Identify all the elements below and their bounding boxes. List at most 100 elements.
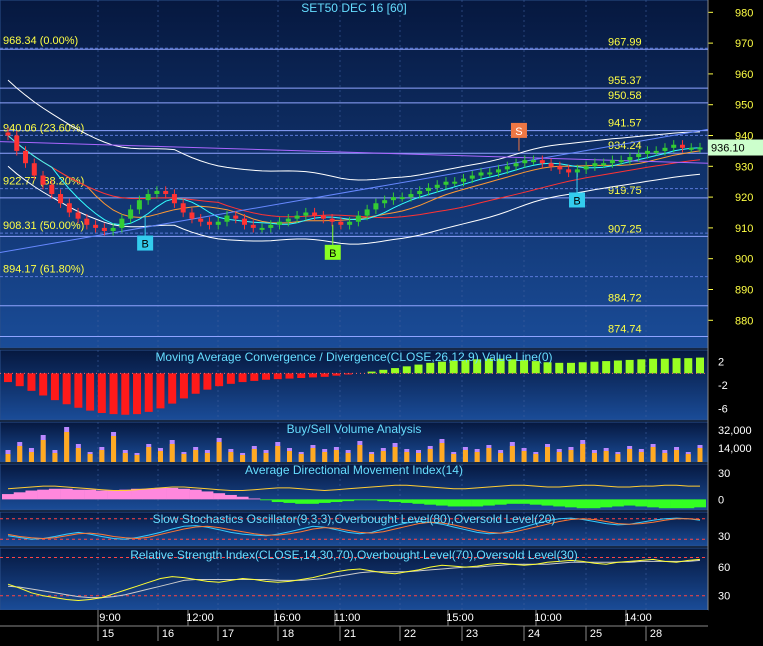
buy-volume-bar xyxy=(5,454,11,462)
buy-volume-bar xyxy=(603,451,609,462)
signal-label: B xyxy=(329,248,336,260)
buy-volume-bar xyxy=(451,454,457,462)
volume-title: Buy/Sell Volume Analysis xyxy=(287,422,422,436)
buy-volume-bar xyxy=(240,455,246,462)
candle-body xyxy=(206,221,212,225)
candle-body xyxy=(259,227,265,230)
candle-body xyxy=(417,190,423,195)
buy-volume-bar xyxy=(52,453,58,462)
stock-chart[interactable]: 980970960950940930920910900890880967.999… xyxy=(0,0,763,641)
candle-body xyxy=(66,203,72,213)
candle-body xyxy=(627,157,633,161)
buy-volume-bar xyxy=(181,454,187,462)
chart-window: 980 970 960 950 940 930 920 910 900 890 880 967.99 9… xyxy=(0,0,763,641)
stochastic-title: Slow Stochastics Oscillator(9,3,3),Overb… xyxy=(153,512,556,526)
candle-body xyxy=(136,200,142,210)
candle-body xyxy=(189,212,195,219)
candle-body xyxy=(390,197,396,201)
candle-body xyxy=(93,224,99,228)
y-tick-label: 950 xyxy=(735,100,753,112)
buy-volume-bar xyxy=(275,446,281,462)
candle-body xyxy=(75,212,81,219)
macd-tick: 2 xyxy=(718,357,724,369)
buy-volume-bar xyxy=(545,447,551,462)
buy-volume-bar xyxy=(404,452,410,462)
candle-body xyxy=(382,200,388,204)
y-tick-label: 930 xyxy=(735,161,753,173)
candle-body xyxy=(14,135,20,151)
candle-body xyxy=(224,215,230,222)
fib-level-label: 940.06 (23.60%) xyxy=(3,122,84,134)
candle-body xyxy=(460,178,466,182)
chart-title: SET50 DEC 16 [60] xyxy=(301,1,406,15)
candle-body xyxy=(688,147,694,150)
buy-volume-bar xyxy=(99,450,105,462)
buy-volume-bar xyxy=(380,451,386,462)
candle-body xyxy=(679,144,685,148)
candle-body xyxy=(469,175,475,179)
date-label: 21 xyxy=(344,628,356,640)
y-tick-label: 910 xyxy=(735,223,753,235)
hour-label: 16:00 xyxy=(273,612,301,624)
buy-volume-bar xyxy=(64,432,70,462)
hour-label: 15:00 xyxy=(446,612,474,624)
y-tick-label: 900 xyxy=(735,254,753,266)
buy-volume-bar xyxy=(310,448,316,462)
candle-body xyxy=(171,194,177,204)
date-label: 15 xyxy=(102,628,114,640)
candle-body xyxy=(557,166,563,170)
candle-body xyxy=(478,172,484,176)
candle-body xyxy=(601,163,607,166)
candle-body xyxy=(522,160,528,164)
hour-label: 11:00 xyxy=(334,612,361,624)
date-label: 22 xyxy=(404,628,416,640)
candle-body xyxy=(338,221,344,225)
signal-label: B xyxy=(573,195,580,207)
candle-body xyxy=(198,218,204,222)
rsi-title: Relative Strength Index(CLOSE,14,30,70),… xyxy=(130,548,578,562)
buy-volume-bar xyxy=(216,442,222,462)
buy-volume-bar xyxy=(615,454,621,462)
y-tick-label: 960 xyxy=(735,69,753,81)
candle-body xyxy=(373,203,379,210)
buy-volume-bar xyxy=(509,446,515,462)
candle-body xyxy=(163,190,169,195)
candle-body xyxy=(671,144,677,148)
y-tick-label: 980 xyxy=(735,7,753,19)
volume-tick: 14,000 xyxy=(718,443,752,455)
candle-body xyxy=(697,147,703,150)
buy-volume-bar xyxy=(474,452,480,462)
macd-title: Moving Average Convergence / Divergence(… xyxy=(155,350,552,364)
buy-volume-bar xyxy=(75,448,81,462)
price-level-label: 967.99 xyxy=(608,36,642,48)
date-label: 24 xyxy=(528,628,540,640)
stochastic-tick: 30 xyxy=(718,531,730,543)
buy-volume-bar xyxy=(498,453,504,462)
buy-volume-bar xyxy=(427,449,433,462)
buy-volume-bar xyxy=(662,453,668,462)
buy-volume-bar xyxy=(251,449,257,462)
candle-body xyxy=(145,194,151,201)
hour-label: 9:00 xyxy=(99,612,120,624)
candle-body xyxy=(539,160,545,164)
candle-body xyxy=(110,227,116,231)
buy-volume-bar xyxy=(568,450,574,462)
hour-label: 12:00 xyxy=(186,612,214,624)
adx-tick: 30 xyxy=(718,468,730,480)
candle-body xyxy=(31,163,37,176)
candle-body xyxy=(399,197,405,200)
candle-body xyxy=(268,224,274,228)
candle-body xyxy=(84,218,90,225)
candle-body xyxy=(285,218,291,222)
candle-body xyxy=(592,163,598,167)
buy-volume-bar xyxy=(146,447,152,462)
fib-level-label: 968.34 (0.00%) xyxy=(3,35,78,47)
buy-volume-bar xyxy=(193,450,199,462)
buy-volume-bar xyxy=(392,447,398,462)
candle-body xyxy=(303,212,309,216)
y-tick-label: 890 xyxy=(735,284,753,296)
date-label: 25 xyxy=(590,628,602,640)
candle-body xyxy=(58,194,64,204)
candle-body xyxy=(215,221,221,225)
buy-volume-bar xyxy=(134,455,140,462)
